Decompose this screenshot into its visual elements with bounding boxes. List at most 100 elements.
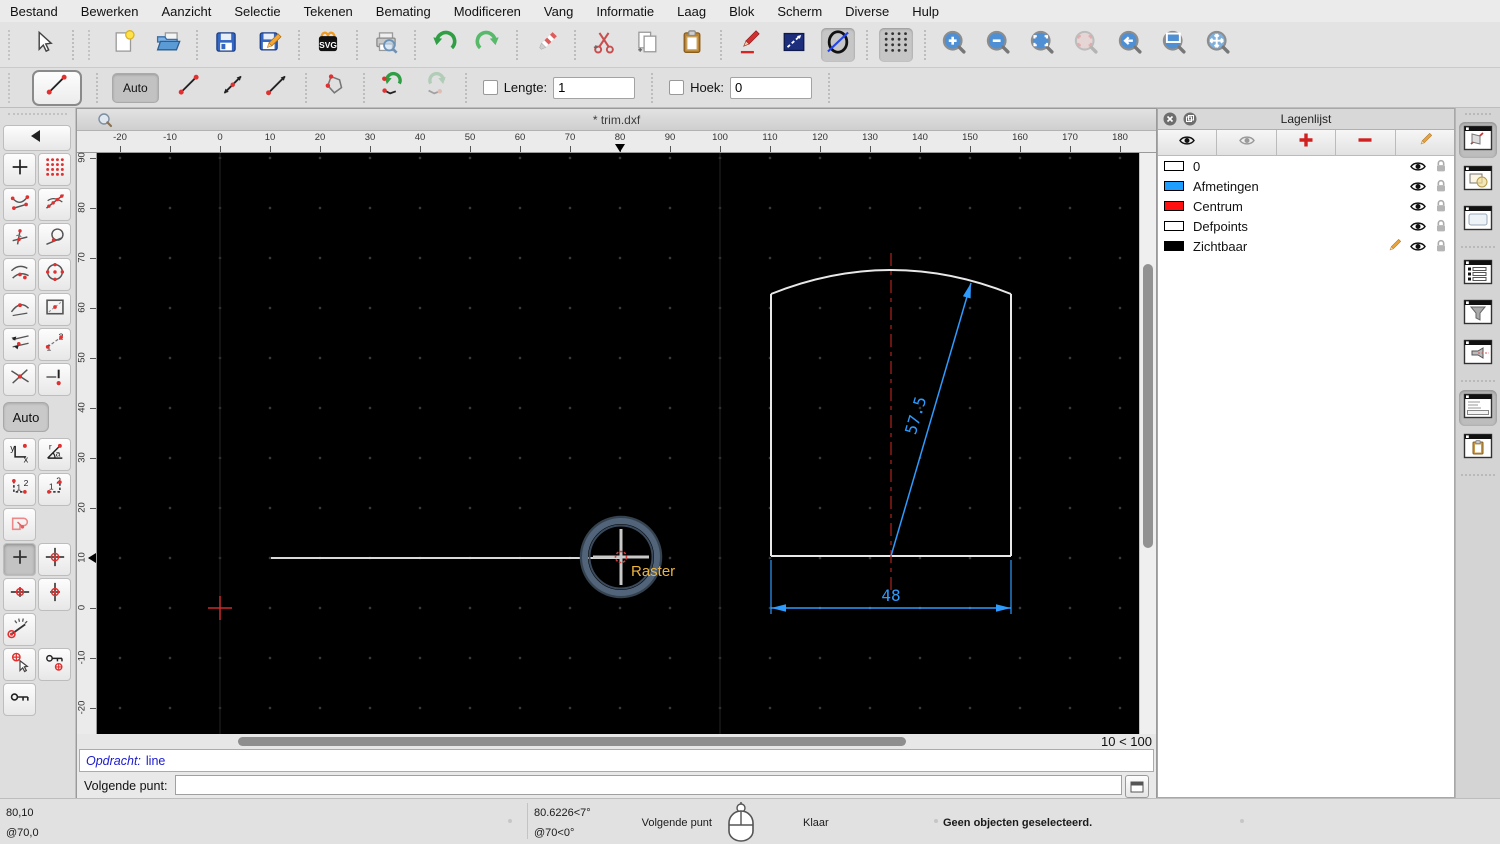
- layer-lock-icon[interactable]: [1433, 158, 1449, 174]
- relative-point-1-2-button[interactable]: 12: [3, 473, 36, 506]
- layer-visibility-icon[interactable]: [1408, 177, 1428, 195]
- dock-blocks-button[interactable]: [1459, 162, 1497, 198]
- print-preview-button[interactable]: [369, 28, 403, 62]
- layer-row[interactable]: Centrum: [1158, 196, 1454, 216]
- snap-grid-button[interactable]: [38, 153, 71, 186]
- snap-on-entity-button[interactable]: [38, 188, 71, 221]
- add-layer-button[interactable]: [1276, 130, 1337, 155]
- snap-intersection-manual-button[interactable]: [38, 363, 71, 396]
- snap-intersection-button[interactable]: [3, 363, 36, 396]
- snap-auto-button[interactable]: Auto: [3, 402, 49, 432]
- delete-selected-button[interactable]: [529, 28, 563, 62]
- remove-layer-button[interactable]: [1336, 130, 1396, 155]
- relative-zero-key-button[interactable]: [3, 683, 36, 716]
- attributes-button[interactable]: [777, 28, 811, 62]
- restrict-vertical-button[interactable]: [38, 578, 71, 611]
- dock-clipboard-button[interactable]: [1459, 430, 1497, 466]
- dock-projection-button[interactable]: [1459, 336, 1497, 372]
- draft-mode-toggle-button[interactable]: [821, 27, 855, 62]
- show-all-layers-button[interactable]: [1158, 130, 1218, 155]
- hoek-input[interactable]: [730, 76, 813, 99]
- new-file-button[interactable]: [107, 28, 141, 62]
- layer-visibility-icon[interactable]: [1408, 197, 1428, 215]
- snap-exclusive-button[interactable]: [3, 508, 36, 541]
- zoom-in-button[interactable]: [937, 28, 971, 62]
- menu-bemating[interactable]: Bemating: [376, 4, 431, 19]
- menu-selectie[interactable]: Selectie: [234, 4, 280, 19]
- vertical-scrollbar[interactable]: [1139, 153, 1156, 734]
- menu-hulp[interactable]: Hulp: [912, 4, 939, 19]
- dock-filter-button[interactable]: [1459, 296, 1497, 332]
- lengte-checkbox[interactable]: [482, 80, 498, 95]
- layer-visibility-icon[interactable]: [1408, 237, 1428, 255]
- undo-segment-button[interactable]: [374, 71, 412, 104]
- snap-free-button[interactable]: [3, 153, 36, 186]
- collapse-toolbar-button[interactable]: [3, 125, 71, 151]
- drawing-canvas[interactable]: 57.5 48 Raster: [97, 153, 1139, 734]
- restrict-orthogonal-button[interactable]: [38, 543, 71, 576]
- layer-row[interactable]: Defpoints: [1158, 216, 1454, 236]
- edit-layer-button[interactable]: [1395, 130, 1455, 155]
- snap-middle-button[interactable]: [3, 293, 36, 326]
- menu-tekenen[interactable]: Tekenen: [304, 4, 353, 19]
- command-options-button[interactable]: [1125, 775, 1149, 798]
- layer-row[interactable]: 0: [1158, 156, 1454, 176]
- sidebar-drag-handle[interactable]: [8, 113, 67, 123]
- restrict-nothing-button[interactable]: [3, 543, 36, 576]
- menu-bestand[interactable]: Bestand: [10, 4, 58, 19]
- edit-pen-button[interactable]: [733, 28, 767, 62]
- snap-center-button[interactable]: [38, 258, 71, 291]
- toolbar-drag-handle[interactable]: [8, 29, 18, 60]
- radial-dimension[interactable]: 57.5: [890, 282, 972, 557]
- zoom-previous-button[interactable]: [1069, 28, 1103, 62]
- menu-modificeren[interactable]: Modificeren: [454, 4, 521, 19]
- layer-lock-icon[interactable]: [1433, 198, 1449, 214]
- dock-layer-list-button[interactable]: [1459, 256, 1497, 292]
- hoek-checkbox[interactable]: [669, 80, 685, 95]
- menu-informatie[interactable]: Informatie: [596, 4, 654, 19]
- layer-visibility-icon[interactable]: [1408, 157, 1428, 175]
- dock-drag-handle[interactable]: [1465, 113, 1491, 115]
- polyline-close-button[interactable]: [316, 72, 354, 104]
- layer-lock-icon[interactable]: [1433, 218, 1449, 234]
- zoom-auto-button[interactable]: [1025, 28, 1059, 62]
- grid-toggle-button[interactable]: [879, 27, 913, 62]
- set-relative-zero-button[interactable]: [3, 648, 36, 681]
- current-tool-line-button[interactable]: [32, 69, 82, 106]
- layer-lock-icon[interactable]: [1433, 178, 1449, 194]
- zoom-out-button[interactable]: [981, 28, 1015, 62]
- close-panel-button[interactable]: [1163, 112, 1177, 129]
- menu-aanzicht[interactable]: Aanzicht: [162, 4, 212, 19]
- layer-visibility-icon[interactable]: [1408, 217, 1428, 235]
- lock-relative-zero-button[interactable]: [38, 648, 71, 681]
- lengte-input[interactable]: [553, 76, 636, 99]
- line-plain-button[interactable]: [170, 72, 208, 104]
- dock-command-line-button[interactable]: [1459, 390, 1497, 426]
- snap-perpendicular-button[interactable]: [3, 223, 36, 256]
- dock-pen-properties-button[interactable]: [1459, 122, 1497, 158]
- snap-endpoints-button[interactable]: [3, 188, 36, 221]
- dock-library-button[interactable]: [1459, 202, 1497, 238]
- snap-reference-button[interactable]: [38, 293, 71, 326]
- vertical-scrollbar-thumb[interactable]: [1143, 264, 1153, 548]
- line-both-arrows-button[interactable]: [214, 72, 252, 104]
- auto-mode-toggle[interactable]: Auto: [112, 72, 159, 103]
- drawing-entities[interactable]: 57.5 48: [271, 253, 1012, 614]
- document-titlebar[interactable]: * trim.dxf: [77, 109, 1156, 131]
- snap-distance-button[interactable]: 12: [38, 328, 71, 361]
- toolbar-drag-handle[interactable]: [8, 72, 18, 103]
- coordinate-polar-button[interactable]: ra: [38, 438, 71, 471]
- snap-nearest-button[interactable]: [3, 258, 36, 291]
- menu-diverse[interactable]: Diverse: [845, 4, 889, 19]
- layer-row[interactable]: Afmetingen: [1158, 176, 1454, 196]
- paste-button[interactable]: [675, 28, 709, 62]
- angle-gauge-button[interactable]: [3, 613, 36, 646]
- open-file-button[interactable]: [151, 28, 185, 62]
- snap-tangent-button[interactable]: [38, 223, 71, 256]
- layer-lock-icon[interactable]: [1433, 238, 1449, 254]
- redo-segment-button[interactable]: [418, 71, 456, 104]
- layer-row[interactable]: Zichtbaar: [1158, 236, 1454, 256]
- zoom-pan-button[interactable]: [1201, 28, 1235, 62]
- coordinate-cartesian-button[interactable]: yx: [3, 438, 36, 471]
- zoom-back-button[interactable]: [1113, 28, 1147, 62]
